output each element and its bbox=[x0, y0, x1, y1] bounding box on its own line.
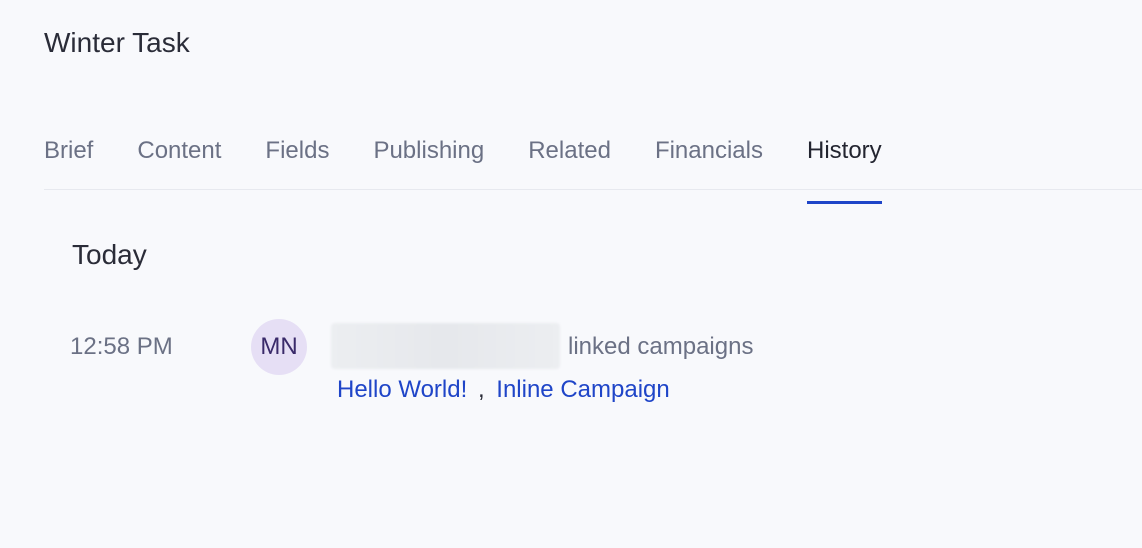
page: Winter Task Brief Content Fields Publish… bbox=[0, 0, 1142, 548]
event-links: Hello World! , Inline Campaign bbox=[337, 374, 670, 406]
tab-content[interactable]: Content bbox=[137, 128, 221, 189]
event-time: 12:58 PM bbox=[70, 333, 173, 360]
avatar: MN bbox=[251, 319, 307, 375]
history-event: 12:58 PM MN linked campaigns Hello World… bbox=[70, 318, 1070, 418]
tab-history[interactable]: History bbox=[806, 128, 882, 204]
tab-bar: Brief Content Fields Publishing Related … bbox=[44, 128, 1142, 204]
campaign-link-inline-campaign[interactable]: Inline Campaign bbox=[496, 376, 669, 403]
event-action: linked campaigns bbox=[568, 333, 754, 360]
day-heading: Today bbox=[72, 239, 147, 270]
campaign-link-hello-world[interactable]: Hello World! bbox=[337, 376, 467, 403]
page-title: Winter Task bbox=[44, 27, 190, 58]
tab-related[interactable]: Related bbox=[528, 128, 611, 189]
tab-publishing[interactable]: Publishing bbox=[373, 128, 484, 189]
tab-financials[interactable]: Financials bbox=[655, 128, 763, 189]
actor-name-redacted bbox=[331, 323, 560, 369]
tab-fields[interactable]: Fields bbox=[265, 128, 329, 189]
tab-brief[interactable]: Brief bbox=[44, 128, 93, 189]
link-separator: , bbox=[477, 376, 485, 403]
